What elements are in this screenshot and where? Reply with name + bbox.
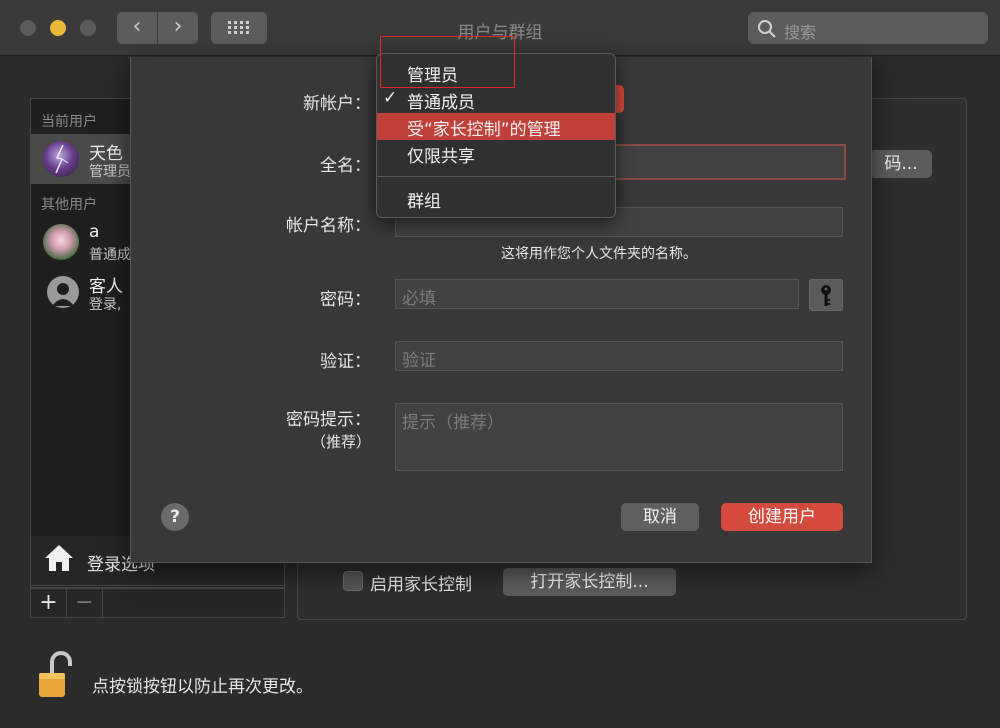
flower-avatar-icon: [43, 224, 79, 260]
lock-icon[interactable]: [36, 650, 80, 700]
minimize-button[interactable]: [50, 20, 66, 36]
password-hint-label: 密码提示：: [286, 410, 371, 430]
menu-item-group[interactable]: 群组: [377, 185, 615, 212]
enable-parental-checkbox[interactable]: [343, 571, 363, 591]
full-name-field[interactable]: [612, 144, 846, 180]
zoom-button[interactable]: [80, 20, 96, 36]
verify-label: 验证：: [320, 352, 371, 372]
menu-item-label: 群组: [407, 192, 441, 212]
forward-button[interactable]: ›: [158, 12, 198, 44]
password-field[interactable]: 必填: [395, 279, 799, 309]
user-role: 管理员: [89, 164, 131, 180]
key-icon: [821, 285, 831, 306]
remove-user-button[interactable]: −: [67, 589, 103, 617]
create-user-button[interactable]: 创建用户: [721, 503, 843, 531]
menu-item-sharing-only[interactable]: 仅限共享: [377, 140, 615, 167]
user-avatar: [43, 141, 79, 177]
password-hint-field[interactable]: 提示（推荐）: [395, 403, 843, 471]
password-assistant-button[interactable]: [809, 279, 843, 311]
menu-item-standard[interactable]: ✓ 普通成员: [377, 86, 615, 113]
password-hint-sublabel: （推荐）: [310, 433, 371, 451]
enable-parental-label: 启用家长控制: [370, 575, 472, 595]
account-name-hint: 这将用作您个人文件夹的名称。: [501, 246, 697, 262]
search-icon: [758, 20, 776, 38]
add-user-button[interactable]: +: [31, 589, 67, 617]
show-all-button[interactable]: [211, 12, 267, 44]
lock-hint-text: 点按锁按钮以防止再次更改。: [92, 677, 313, 697]
grid-icon: [228, 21, 249, 34]
new-account-label: 新帐户：: [303, 94, 371, 114]
house-icon: [45, 545, 73, 571]
search-placeholder: 搜索: [784, 23, 817, 42]
menu-item-label: 受“家长控制”的管理: [407, 120, 561, 140]
close-button[interactable]: [20, 20, 36, 36]
menu-item-label: 普通成员: [407, 93, 475, 113]
checkmark-icon: ✓: [383, 88, 398, 108]
add-remove-bar: + −: [30, 588, 285, 618]
verify-field[interactable]: 验证: [395, 341, 843, 371]
help-button[interactable]: ?: [161, 503, 189, 531]
menu-separator: [377, 176, 615, 177]
change-password-button[interactable]: 码...: [870, 150, 932, 178]
password-hint-placeholder: 提示（推荐）: [402, 413, 504, 433]
current-users-header: 当前用户: [41, 114, 97, 130]
user-role: 登录,: [89, 297, 122, 313]
password-placeholder: 必填: [402, 289, 436, 309]
search-field[interactable]: 搜索: [748, 12, 988, 44]
verify-placeholder: 验证: [402, 351, 436, 371]
menu-item-label: 仅限共享: [407, 147, 475, 167]
full-name-label: 全名：: [320, 156, 371, 176]
lightning-icon: [55, 144, 69, 174]
back-button[interactable]: ‹: [117, 12, 157, 44]
account-name-label: 帐户名称：: [286, 216, 371, 236]
guest-avatar-icon: [47, 276, 79, 308]
menu-item-parental-managed[interactable]: 受“家长控制”的管理: [377, 113, 615, 140]
annotation-highlight-box: [380, 36, 515, 88]
password-label: 密码：: [320, 290, 371, 310]
other-users-header: 其他用户: [41, 197, 97, 213]
user-name: a: [89, 222, 100, 242]
open-parental-controls-button[interactable]: 打开家长控制...: [503, 568, 676, 596]
cancel-button[interactable]: 取消: [621, 503, 699, 531]
